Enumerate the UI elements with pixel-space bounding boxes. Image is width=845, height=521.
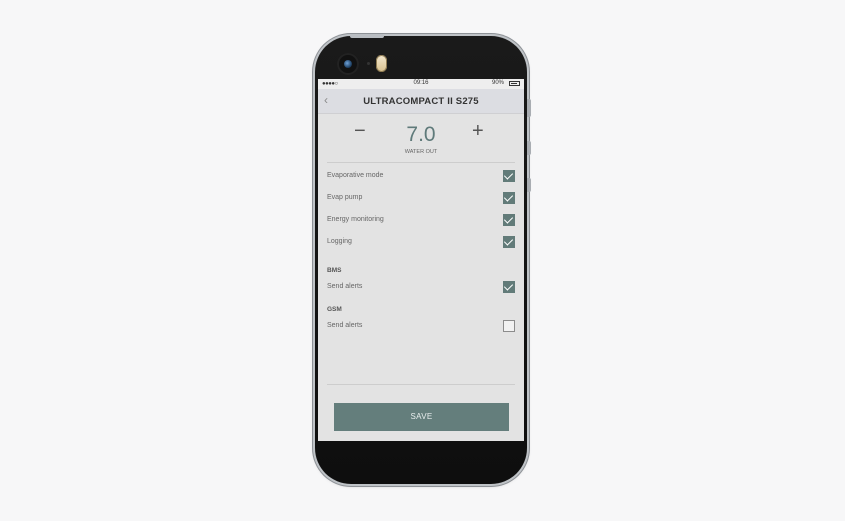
battery-percent: 90% (491, 80, 504, 86)
camera-icon (337, 53, 359, 75)
gsm-send-alerts-checkbox[interactable] (503, 320, 515, 332)
energy-monitoring-checkbox[interactable] (503, 214, 515, 226)
section-title-bms: BMS (327, 267, 342, 274)
setting-label: Send alerts (327, 283, 363, 290)
nav-bar: ‹ ULTRACOMPACT II S275 (318, 89, 524, 114)
bms-send-alerts-checkbox[interactable] (503, 281, 515, 293)
mute-switch (527, 99, 531, 117)
divider (327, 384, 515, 385)
status-bar: ●●●●○ 09:16 90% (318, 79, 524, 89)
logging-checkbox[interactable] (503, 236, 515, 248)
setpoint-control: − 7.0 WATER OUT + (318, 114, 524, 162)
divider (327, 162, 515, 163)
setting-label: Evaporative mode (327, 172, 384, 179)
section-title-gsm: GSM (327, 306, 342, 313)
setpoint-value: 7.0 (406, 123, 436, 146)
page-title: ULTRACOMPACT II S275 (363, 96, 479, 107)
increase-button[interactable]: + (472, 120, 484, 143)
setting-row-gsm-send-alerts: Send alerts (327, 319, 515, 333)
evaporative-mode-checkbox[interactable] (503, 170, 515, 182)
setting-row-evaporative-mode: Evaporative mode (327, 169, 515, 183)
setting-label: Energy monitoring (327, 216, 384, 223)
power-button (350, 34, 384, 38)
setpoint-label: WATER OUT (404, 149, 438, 155)
home-area (318, 441, 524, 481)
setting-label: Send alerts (327, 322, 363, 329)
app-screen: ●●●●○ 09:16 90% ‹ ULTRACOMPACT II S275 −… (318, 79, 524, 441)
setting-row-logging: Logging (327, 235, 515, 249)
battery-icon (509, 81, 520, 86)
volume-up-button (527, 141, 531, 155)
setting-row-energy-monitoring: Energy monitoring (327, 213, 515, 227)
setting-label: Evap pump (327, 194, 363, 201)
flash-icon (376, 55, 387, 72)
microphone (367, 62, 370, 65)
save-button[interactable]: SAVE (334, 403, 509, 431)
volume-down-button (527, 178, 531, 192)
evap-pump-checkbox[interactable] (503, 192, 515, 204)
setting-row-evap-pump: Evap pump (327, 191, 515, 205)
setting-row-bms-send-alerts: Send alerts (327, 280, 515, 294)
setting-label: Logging (327, 238, 352, 245)
